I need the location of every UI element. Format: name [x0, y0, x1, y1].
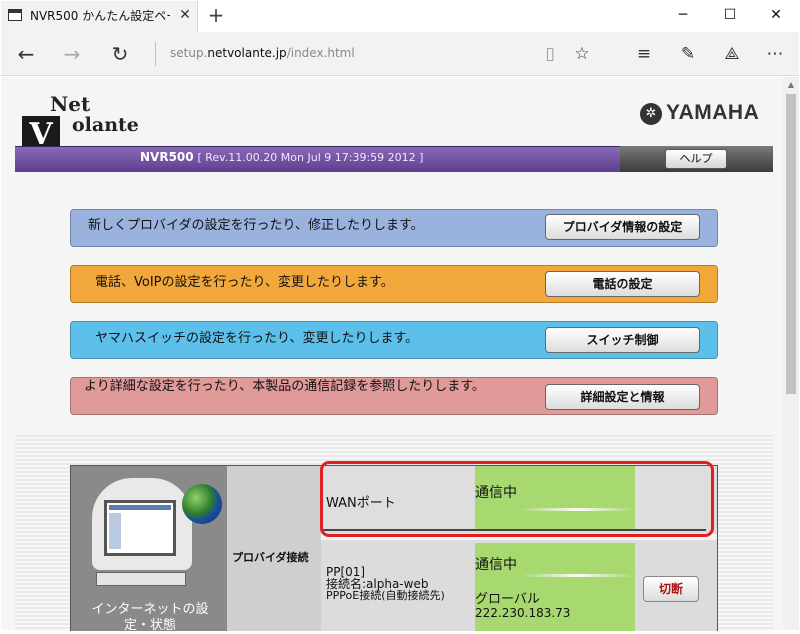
globe-icon: [182, 484, 222, 524]
internet-settings-label[interactable]: インターネットの設定・状態: [80, 602, 220, 633]
more-icon[interactable]: ⋯: [763, 42, 787, 66]
address-separator: [155, 42, 156, 66]
close-window-icon[interactable]: ✕: [753, 1, 799, 31]
pp-ip-address: 222.230.183.73: [475, 606, 571, 620]
pp-global-label: グローバル: [475, 592, 540, 607]
reading-view-icon[interactable]: ▯: [538, 42, 562, 66]
pp-status-shine: [520, 574, 635, 577]
switch-control-description: ヤマハスイッチの設定を行ったり、変更したりします。: [95, 331, 419, 346]
help-button[interactable]: ヘルプ: [665, 149, 727, 169]
phone-setting-button[interactable]: 電話の設定: [545, 271, 700, 297]
product-info: NVR500 [ Rev.11.00.20 Mon Jul 9 17:39:59…: [140, 150, 560, 168]
hub-icon[interactable]: ≡: [632, 42, 656, 66]
favorite-star-icon[interactable]: ☆: [570, 42, 594, 66]
disconnect-button[interactable]: 切断: [643, 576, 699, 602]
page-icon: [8, 9, 22, 21]
model-name: NVR500: [140, 150, 194, 164]
url-path: /index.html: [286, 46, 355, 60]
revision-text: [ Rev.11.00.20 Mon Jul 9 17:39:59 2012 ]: [197, 151, 424, 164]
netvolante-logo: Net V olante: [22, 92, 142, 154]
yamaha-logo: ✲ YAMAHA: [640, 101, 765, 131]
address-bar[interactable]: setup.netvolante.jp/index.html: [170, 46, 470, 64]
switch-control-button[interactable]: スイッチ制御: [545, 327, 700, 353]
minimize-icon[interactable]: ─: [660, 1, 706, 31]
tab-title: NVR500 かんたん設定ペー: [30, 9, 170, 23]
provider-connection-label: プロバイダ接続: [232, 551, 309, 564]
scroll-up-icon[interactable]: ▲: [783, 77, 799, 93]
pp-connection-type: PPPoE接続(自動接続先): [326, 589, 445, 602]
wan-port-highlight: [320, 461, 714, 537]
new-tab-icon[interactable]: +: [204, 4, 228, 28]
pp-connection-info: PP[01] 接続名:alpha-web PPPoE接続(自動接続先): [326, 566, 476, 602]
web-note-icon[interactable]: ✎: [676, 42, 700, 66]
url-domain: netvolante.jp: [207, 46, 287, 60]
pp-status-text: 通信中: [475, 557, 517, 573]
advanced-setting-description: より詳細な設定を行ったり、本製品の通信記録を参照したりします。: [84, 379, 485, 394]
provider-setting-description: 新しくプロバイダの設定を行ったり、修正したりします。: [88, 218, 424, 233]
computer-icon: [104, 500, 176, 556]
url-prefix: setup.: [170, 46, 208, 60]
maximize-icon[interactable]: ☐: [707, 1, 753, 31]
scrollbar-thumb[interactable]: [786, 94, 796, 394]
back-icon[interactable]: ←: [6, 32, 46, 76]
yamaha-tuning-fork-icon: ✲: [640, 103, 662, 125]
refresh-icon[interactable]: ↻: [100, 32, 140, 76]
forward-icon[interactable]: →: [52, 32, 92, 76]
keyboard-icon: [96, 572, 186, 586]
share-icon[interactable]: ⟁: [720, 42, 744, 66]
advanced-setting-button[interactable]: 詳細設定と情報: [545, 384, 700, 410]
phone-setting-description: 電話、VoIPの設定を行ったり、変更したりします。: [95, 275, 394, 290]
provider-setting-button[interactable]: プロバイダ情報の設定: [545, 214, 700, 240]
close-tab-icon[interactable]: ✕: [176, 6, 194, 24]
